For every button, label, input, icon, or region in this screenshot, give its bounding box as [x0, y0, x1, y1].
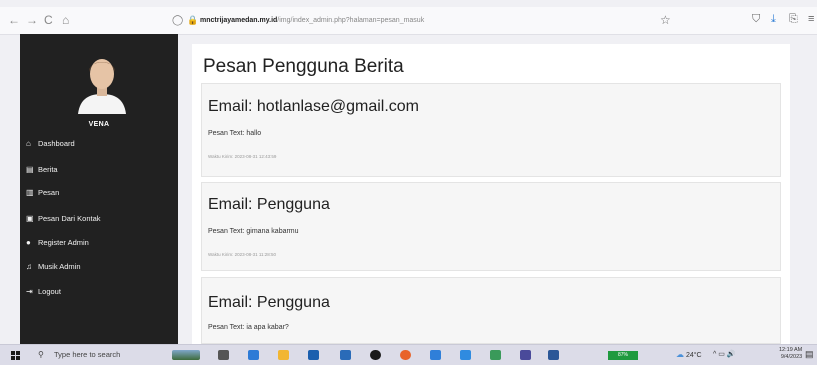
sidebar-item-pesan[interactable]: ▥ Pesan — [26, 186, 59, 200]
home-icon[interactable]: ⌂ — [62, 14, 69, 26]
avatar — [78, 59, 126, 114]
sidebar-item-label: Register Admin — [38, 238, 89, 247]
reload-icon[interactable]: C — [44, 14, 53, 26]
taskbar-clock[interactable]: 12:19 AM 9/4/2023 — [779, 347, 802, 361]
page-title: Pesan Pengguna Berita — [203, 56, 404, 77]
bookmark-star-icon[interactable]: ☆ — [660, 13, 671, 27]
menu-icon[interactable]: ≡ — [808, 13, 814, 25]
message-time: Waktu Kirim: 2023-08-31 11:28:50 — [208, 252, 277, 257]
file-explorer-icon[interactable] — [278, 350, 289, 360]
taskbar-search[interactable]: ⚲ Type here to search — [30, 347, 148, 363]
task-view-icon[interactable] — [218, 350, 229, 360]
username: VENA — [88, 121, 110, 128]
newspaper-icon: ▤ — [26, 165, 34, 174]
sidebar-item-label: Pesan — [38, 188, 60, 197]
url-bar[interactable]: ◯ 🔒 mnctrijayamedan.my.id/img/index_admi… — [170, 12, 645, 29]
sidebar-item-label: Dashboard — [38, 139, 75, 148]
main-content: Pesan Pengguna Berita Email: hotlanlase@… — [192, 44, 790, 344]
message-text: Pesan Text: gimana kabarmu — [208, 228, 299, 235]
sidebar-item-label: Pesan Dari Kontak — [38, 214, 101, 223]
mail-icon[interactable] — [308, 350, 319, 360]
message-email: Email: Pengguna — [208, 294, 330, 311]
store-icon[interactable] — [248, 350, 259, 360]
system-tray[interactable]: ^ ▭ 🔊 — [713, 350, 736, 358]
message-card: Email: hotlanlase@gmail.com Pesan Text: … — [201, 83, 781, 177]
forward-icon[interactable]: → — [26, 14, 38, 26]
download-icon[interactable]: ⤓ — [771, 13, 776, 26]
sidebar-item-pesan-dari-kontak[interactable]: ▣ Pesan Dari Kontak — [26, 212, 101, 226]
sidebar-item-label: Musik Admin — [38, 262, 81, 271]
message-text: Pesan Text: ia apa kabar? — [208, 324, 289, 331]
clock-date: 9/4/2023 — [780, 354, 803, 360]
app-icon[interactable] — [520, 350, 531, 360]
sidebar-item-register-admin[interactable]: ● Register Admin — [26, 236, 89, 250]
app-icon[interactable] — [460, 350, 471, 360]
user-plus-icon: ● — [26, 238, 31, 247]
back-icon[interactable]: ← — [8, 14, 20, 26]
tab-strip — [0, 0, 817, 7]
app-icon[interactable] — [340, 350, 351, 360]
sidebar-item-berita[interactable]: ▤ Berita — [26, 163, 58, 177]
cloud-icon: ☁ — [676, 350, 684, 359]
url-host: mnctrijayamedan.my.id — [200, 17, 278, 24]
message-card: Email: Pengguna Pesan Text: gimana kabar… — [201, 182, 781, 271]
sidebar-item-musik-admin[interactable]: ♫ Musik Admin — [26, 260, 81, 274]
weather-widget[interactable]: ☁ 24°C — [676, 350, 702, 359]
contact-card-icon: ▣ — [26, 214, 34, 223]
search-icon: ⚲ — [38, 350, 44, 359]
browser-toolbar: ← → C ⌂ ◯ 🔒 mnctrijayamedan.my.id/img/in… — [0, 0, 817, 35]
message-text: Pesan Text: hallo — [208, 130, 262, 137]
home-icon: ⌂ — [26, 139, 31, 148]
search-placeholder: Type here to search — [54, 350, 121, 359]
logout-icon: ⇥ — [26, 287, 33, 296]
message-email: Email: Pengguna — [208, 196, 330, 213]
battery-indicator[interactable]: 87% — [608, 351, 638, 360]
url-path: /img/index_admin.php?halaman=pesan_masuk — [277, 17, 425, 24]
message-email: Email: hotlanlase@gmail.com — [208, 98, 419, 115]
weather-temp: 24°C — [685, 352, 702, 359]
message-icon: ▥ — [26, 188, 34, 197]
sidebar-item-dashboard[interactable]: ⌂ Dashboard — [26, 137, 75, 151]
url-text: mnctrijayamedan.my.id/img/index_admin.ph… — [200, 12, 424, 29]
pocket-icon[interactable]: ⛉ — [752, 13, 760, 26]
news-widget-icon[interactable] — [172, 350, 200, 360]
word-icon[interactable] — [548, 350, 559, 360]
message-time: Waktu Kirim: 2023-08-31 12:43:59 — [208, 154, 277, 159]
clock-time: 12:19 AM — [779, 347, 803, 353]
windows-start-icon[interactable] — [11, 351, 20, 360]
sidebar: VENA ⌂ Dashboard ▤ Berita ▥ Pesan ▣ Pesan Da… — [20, 34, 178, 344]
opera-icon[interactable] — [370, 350, 381, 360]
app-icon[interactable] — [430, 350, 441, 360]
extensions-icon[interactable]: ⎘ — [789, 13, 798, 26]
sidebar-item-label: Berita — [38, 165, 58, 174]
notification-icon[interactable]: ▤ — [805, 349, 814, 360]
lock-icon[interactable]: 🔒 — [187, 12, 198, 29]
music-icon: ♫ — [26, 262, 32, 271]
sidebar-item-label: Logout — [38, 287, 61, 296]
tracking-shield-icon[interactable]: ◯ — [172, 12, 183, 29]
app-icon[interactable] — [490, 350, 501, 360]
message-card: Email: Pengguna Pesan Text: ia apa kabar… — [201, 277, 781, 344]
firefox-icon[interactable] — [400, 350, 411, 360]
taskbar: ⚲ Type here to search 87% ☁ 24°C ^ ▭ 🔊 1… — [0, 344, 817, 365]
sidebar-item-logout[interactable]: ⇥ Logout — [26, 285, 61, 299]
